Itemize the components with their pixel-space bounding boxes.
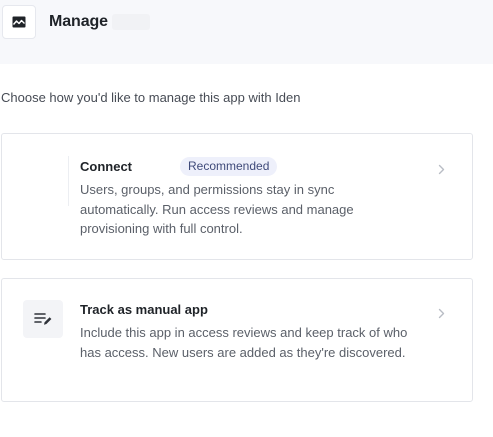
connect-option-title: Connect [80, 158, 132, 174]
app-icon [2, 5, 36, 39]
chevron-right-icon [436, 162, 446, 176]
connect-option-description: Users, groups, and permissions stay in s… [80, 182, 354, 236]
manual-title-row: Track as manual app [80, 299, 410, 319]
manual-icon-box [23, 300, 63, 338]
image-icon [12, 16, 26, 28]
redacted-app-name [111, 14, 150, 30]
connect-title-row: Connect Recommended [80, 156, 410, 176]
manual-option-body: Track as manual app Include this app in … [80, 299, 410, 362]
manual-option-title: Track as manual app [80, 301, 208, 317]
recommended-badge: Recommended [180, 156, 278, 176]
manual-option-description: Include this app in access reviews and k… [80, 325, 408, 360]
page-title-wrap: Manage [49, 13, 150, 31]
connect-illustration [22, 156, 69, 206]
edit-list-icon [34, 313, 52, 325]
chevron-right-icon [436, 306, 446, 320]
connect-option-body: Connect Recommended Users, groups, and p… [80, 156, 410, 239]
page-header: Manage [0, 0, 493, 64]
page-subtitle: Choose how you'd like to manage this app… [1, 90, 301, 105]
page-title: Manage [49, 13, 108, 30]
connect-option-card[interactable]: Connect Recommended Users, groups, and p… [1, 133, 473, 260]
manual-option-card[interactable]: Track as manual app Include this app in … [1, 278, 473, 402]
